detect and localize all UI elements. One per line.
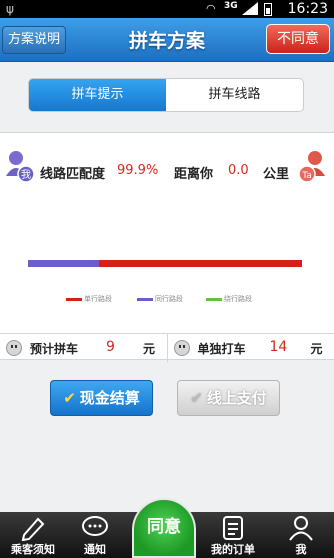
distance-label: 距离你 [174, 167, 214, 182]
solo-price-cell: 单独打车 14 元 [166, 334, 334, 362]
person-icon [289, 516, 313, 541]
carpool-price-cell: 预计拼车 9 元 [0, 334, 167, 362]
sad-face-icon [173, 340, 190, 356]
legend-swatch-single [66, 297, 82, 301]
legend-detour: 绕行路段 [206, 294, 252, 304]
match-value: 99.9% [117, 163, 159, 178]
nav-label: 我 [295, 543, 307, 556]
my-avatar-icon: 我 [6, 151, 35, 183]
tab-carpool-tips[interactable]: 拼车提示 [29, 79, 166, 111]
legend-swatch-detour [206, 297, 222, 301]
solo-price-unit: 元 [310, 342, 323, 356]
distance-value: 0.0 [228, 163, 249, 178]
legend-swatch-shared [137, 297, 153, 301]
legend-shared-label: 同行路段 [155, 295, 183, 303]
usb-icon: ψ [6, 2, 14, 16]
checkmark-icon: ✔ [63, 389, 76, 407]
carpool-price-value: 9 [106, 339, 115, 355]
shared-route-segment [28, 260, 100, 267]
solo-price-label: 单独打车 [197, 342, 246, 356]
order-list-icon [223, 516, 243, 540]
legend-detour-label: 绕行路段 [224, 295, 252, 303]
route-bar [28, 260, 302, 267]
my-avatar-label: 我 [21, 169, 31, 181]
pencil-icon [21, 517, 45, 541]
checkmark-icon: ✔ [190, 389, 203, 407]
cash-payment-button[interactable]: ✔ 现金结算 [50, 380, 153, 416]
nav-passenger-notice[interactable]: 乘客须知 [0, 512, 66, 558]
nav-my-orders[interactable]: 我的订单 [200, 512, 266, 558]
match-card: 我 线路匹配度 99.9% 距离你 0.0 公里 Ta 单行路段 同行路段 绕行… [0, 132, 334, 362]
online-payment-label: 线上支付 [206, 389, 267, 407]
solo-price-value: 14 [269, 339, 288, 355]
online-payment-button[interactable]: ✔ 线上支付 [177, 380, 280, 416]
cash-payment-label: 现金结算 [79, 389, 140, 407]
carpool-price-unit: 元 [143, 342, 156, 356]
battery-icon [264, 3, 272, 16]
title-bar: 方案说明 拼车方案 不同意 [0, 18, 334, 62]
carpool-price-label: 预计拼车 [30, 342, 79, 356]
distance-unit: 公里 [263, 167, 290, 182]
legend-single-label: 单行路段 [84, 295, 112, 303]
clock: 16:23 [287, 1, 328, 17]
ta-avatar-icon: Ta [298, 151, 325, 183]
price-row: 预计拼车 9 元 单独打车 14 元 [0, 333, 334, 362]
nav-label: 通知 [84, 543, 106, 556]
status-bar: ψ ◠ 3G 16:23 [0, 0, 334, 18]
legend-shared: 同行路段 [137, 294, 183, 304]
network-type: 3G [224, 1, 238, 11]
wifi-icon: ◠ [206, 2, 216, 15]
nav-me[interactable]: 我 [268, 512, 334, 558]
ta-avatar-label: Ta [301, 171, 312, 181]
legend-single: 单行路段 [66, 294, 112, 304]
match-label: 线路匹配度 [40, 167, 106, 182]
signal-icon [242, 2, 258, 15]
nav-notifications[interactable]: 通知 [62, 512, 128, 558]
nav-label: 我的订单 [211, 543, 255, 556]
disagree-button[interactable]: 不同意 [266, 24, 330, 54]
tab-bar: 拼车提示 拼车线路 [28, 78, 304, 112]
chat-bubble-icon [82, 516, 108, 536]
agree-button[interactable]: 同意 [132, 498, 196, 558]
smile-face-icon [6, 340, 22, 356]
nav-label: 乘客须知 [11, 543, 55, 556]
tab-carpool-route[interactable]: 拼车线路 [166, 79, 303, 111]
